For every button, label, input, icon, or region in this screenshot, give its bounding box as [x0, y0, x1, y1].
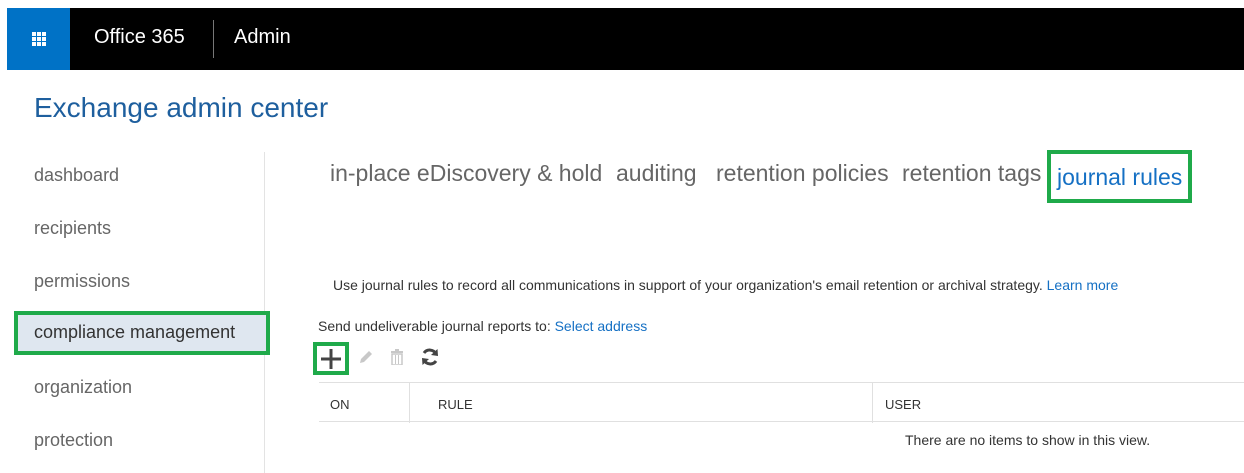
nav-item-permissions[interactable]: permissions [34, 271, 130, 292]
tab-journal-rules[interactable]: journal rules [1047, 150, 1193, 203]
app-launcher-icon[interactable] [7, 8, 70, 70]
journal-rules-description: Use journal rules to record all communic… [333, 277, 1118, 293]
suite-product-name[interactable]: Office 365 [94, 26, 185, 49]
nav-item-organization[interactable]: organization [34, 377, 132, 398]
suite-divider [213, 20, 214, 58]
page-title: Exchange admin center [34, 92, 329, 123]
suite-section-name[interactable]: Admin [234, 26, 291, 49]
tab-in-place-ediscovery[interactable]: in-place eDiscovery & hold [330, 160, 602, 187]
send-reports-label: Send undeliverable journal reports to: [318, 318, 551, 334]
nav-item-protection[interactable]: protection [34, 430, 113, 451]
tab-retention-policies[interactable]: retention policies [716, 160, 889, 187]
column-header-user[interactable]: USER [872, 383, 1244, 423]
description-text: Use journal rules to record all communic… [333, 277, 1043, 293]
refresh-icon[interactable] [420, 342, 440, 372]
trash-icon[interactable] [388, 342, 406, 372]
undeliverable-reports-line: Send undeliverable journal reports to: S… [318, 318, 647, 334]
nav-item-dashboard[interactable]: dashboard [34, 165, 119, 186]
nav-item-compliance-management[interactable]: compliance management [14, 311, 270, 355]
select-address-link[interactable]: Select address [555, 318, 648, 334]
plus-icon[interactable] [313, 342, 349, 375]
suite-bar [0, 0, 1244, 70]
pencil-icon[interactable] [356, 342, 376, 372]
learn-more-link[interactable]: Learn more [1047, 277, 1119, 293]
journal-rules-table: ON RULE USER There are no items to show … [319, 382, 1244, 448]
column-header-on[interactable]: ON [319, 383, 409, 423]
tab-retention-tags[interactable]: retention tags [902, 160, 1041, 187]
empty-table-message: There are no items to show in this view. [905, 432, 1151, 448]
suite-bar-background [7, 8, 1244, 70]
table-header: ON RULE USER [319, 382, 1244, 423]
tab-auditing[interactable]: auditing [616, 160, 697, 187]
column-header-rule[interactable]: RULE [409, 383, 872, 423]
nav-item-recipients[interactable]: recipients [34, 218, 111, 239]
